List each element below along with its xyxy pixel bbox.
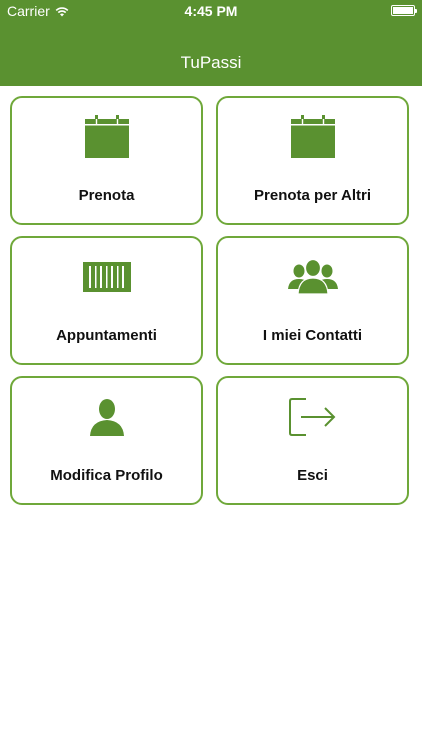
app-header: Carrier 4:45 PM TuPassi [0, 0, 422, 86]
prenota-per-altri-label: Prenota per Altri [254, 187, 371, 204]
prenota-per-altri-button[interactable]: Prenota per Altri [216, 96, 409, 225]
page-title: TuPassi [180, 53, 242, 72]
calendar-icon [84, 115, 129, 158]
profile-icon [89, 399, 124, 436]
esci-label: Esci [297, 467, 328, 484]
logout-icon [288, 398, 335, 436]
appuntamenti-label: Appuntamenti [56, 327, 157, 344]
modifica-profilo-button[interactable]: Modifica Profilo [10, 376, 203, 505]
i-miei-contatti-label: I miei Contatti [262, 327, 363, 344]
modifica-profilo-label: Modifica Profilo [50, 467, 163, 484]
prenota-button[interactable]: Prenota [10, 96, 203, 225]
status-bar: Carrier 4:45 PM [0, 0, 422, 22]
barcode-icon [82, 262, 131, 292]
status-time: 4:45 PM [184, 3, 238, 19]
prenota-label: Prenota [78, 187, 135, 204]
battery-icon [391, 5, 417, 16]
i-miei-contatti-button[interactable]: I miei Contatti [216, 236, 409, 365]
calendar-icon [290, 115, 335, 158]
contacts-group-icon [287, 259, 338, 295]
battery-level [393, 7, 413, 14]
appuntamenti-button[interactable]: Appuntamenti [10, 236, 203, 365]
esci-button[interactable]: Esci [216, 376, 409, 505]
